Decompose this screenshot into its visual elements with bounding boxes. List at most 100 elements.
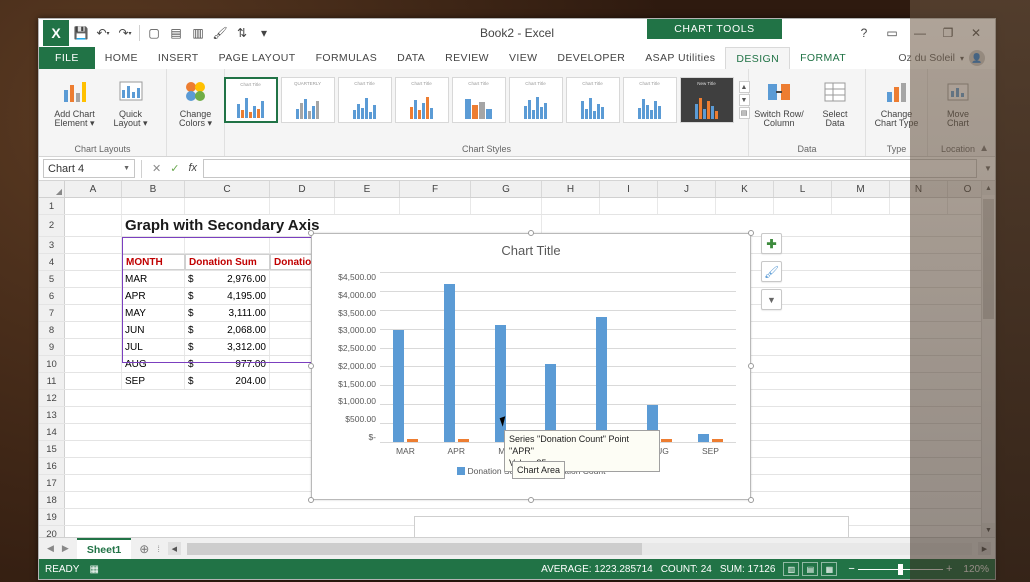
- tab-data[interactable]: DATA: [387, 47, 435, 69]
- insert-function-icon[interactable]: fx: [188, 162, 197, 175]
- column-header-A[interactable]: A: [65, 181, 122, 197]
- chart-style-item[interactable]: QUARTERLY: [281, 77, 335, 123]
- account-caret-icon[interactable]: ▾: [960, 54, 964, 63]
- row-header-1[interactable]: 1: [39, 198, 65, 214]
- column-header-I[interactable]: I: [600, 181, 658, 197]
- bar-group-apr[interactable]: [434, 272, 478, 442]
- chart-style-item[interactable]: New Title: [680, 77, 734, 123]
- chart-style-item[interactable]: Chart Title: [224, 77, 278, 123]
- tab-insert[interactable]: INSERT: [148, 47, 209, 69]
- chart-style-item[interactable]: Chart Title: [395, 77, 449, 123]
- brush-icon[interactable]: 🖌: [210, 23, 230, 43]
- gallery-up-icon[interactable]: ▲: [739, 81, 750, 93]
- column-header-F[interactable]: F: [400, 181, 471, 197]
- column-header-O[interactable]: O: [948, 181, 988, 197]
- expand-formula-bar-icon[interactable]: ▼: [981, 164, 995, 173]
- scroll-split-handle[interactable]: ⁞: [157, 544, 166, 554]
- horizontal-scrollbar[interactable]: ⁞ ◀ ▶: [157, 542, 995, 555]
- chart-style-item[interactable]: Chart Title: [566, 77, 620, 123]
- zoom-out-icon[interactable]: −: [845, 563, 857, 575]
- confirm-entry-icon[interactable]: ✓: [170, 162, 179, 175]
- zoom-track-right[interactable]: [903, 569, 943, 570]
- cell-month[interactable]: JUL: [122, 339, 185, 355]
- bar-donation-sum[interactable]: [698, 434, 709, 442]
- bar-group-aug[interactable]: [638, 272, 682, 442]
- scroll-down-icon[interactable]: ▼: [982, 523, 995, 537]
- chart-resize-handle[interactable]: [748, 230, 754, 236]
- window-controls[interactable]: ? ▭ — ❐ ✕: [851, 19, 995, 47]
- row-header-17[interactable]: 17: [39, 475, 65, 491]
- cell-month[interactable]: JUN: [122, 322, 185, 338]
- horizontal-scroll-track[interactable]: [187, 543, 972, 555]
- row-header-13[interactable]: 13: [39, 407, 65, 423]
- row-header-11[interactable]: 11: [39, 373, 65, 389]
- row-header-6[interactable]: 6: [39, 288, 65, 304]
- sheet-tab-bar[interactable]: ◀ ▶ Sheet1 ⊕ ⁞ ◀ ▶: [39, 537, 995, 559]
- add-chart-element-button[interactable]: Add Chart Element ▾: [48, 74, 102, 129]
- open-icon[interactable]: ▤: [166, 23, 186, 43]
- zoom-in-icon[interactable]: +: [943, 563, 955, 575]
- chart-resize-handle[interactable]: [748, 497, 754, 503]
- row-header-7[interactable]: 7: [39, 305, 65, 321]
- chart-title[interactable]: Chart Title: [312, 243, 750, 258]
- zoom-level[interactable]: 120%: [963, 564, 989, 575]
- gallery-more-icon[interactable]: ▤: [739, 107, 750, 119]
- scroll-up-icon[interactable]: ▲: [982, 181, 995, 195]
- scroll-left-icon[interactable]: ◀: [168, 542, 181, 555]
- chart-side-buttons[interactable]: ✚ 🖌 ▼: [761, 233, 782, 310]
- view-buttons[interactable]: ▥ ▤ ▦: [783, 562, 837, 576]
- column-header-N[interactable]: N: [890, 181, 948, 197]
- row-header-2[interactable]: 2: [39, 215, 65, 236]
- collapse-ribbon-icon[interactable]: ▲: [979, 143, 989, 154]
- bar-donation-sum[interactable]: [393, 330, 404, 442]
- header-month[interactable]: MONTH: [122, 254, 185, 270]
- grid-row[interactable]: 1: [39, 198, 995, 215]
- cell-month[interactable]: APR: [122, 288, 185, 304]
- formula-input[interactable]: [203, 159, 977, 178]
- sheet-nav-arrows[interactable]: ◀ ▶: [39, 543, 77, 554]
- chart-styles-gallery[interactable]: Chart Title QUARTERLY Chart Title Chart …: [220, 71, 754, 123]
- tab-design[interactable]: DESIGN: [725, 47, 790, 69]
- row-header-14[interactable]: 14: [39, 424, 65, 440]
- help-icon[interactable]: ?: [851, 22, 877, 44]
- cancel-entry-icon[interactable]: ✕: [152, 162, 161, 175]
- row-header-15[interactable]: 15: [39, 441, 65, 457]
- save-icon[interactable]: 💾: [71, 23, 91, 43]
- select-all-corner[interactable]: ◢: [39, 181, 65, 197]
- bar-donation-count[interactable]: [712, 439, 723, 442]
- macro-record-icon[interactable]: ▦: [89, 564, 98, 575]
- minimize-icon[interactable]: —: [907, 22, 933, 44]
- column-header-H[interactable]: H: [542, 181, 600, 197]
- ribbon-tabs[interactable]: FILE HOME INSERT PAGE LAYOUT FORMULAS DA…: [39, 47, 995, 69]
- move-chart-button[interactable]: Move Chart: [931, 74, 985, 129]
- bar-group-jul[interactable]: [587, 272, 631, 442]
- chart-plot-area[interactable]: [380, 272, 736, 442]
- column-header-B[interactable]: B: [122, 181, 185, 197]
- tab-review[interactable]: REVIEW: [435, 47, 499, 69]
- chart-filters-funnel-icon[interactable]: ▼: [761, 289, 782, 310]
- chart-styles-brush-icon[interactable]: 🖌: [761, 261, 782, 282]
- tab-formulas[interactable]: FORMULAS: [306, 47, 388, 69]
- sort-icon[interactable]: ⇅: [232, 23, 252, 43]
- tab-asap-utilities[interactable]: ASAP Utilities: [635, 47, 725, 69]
- chart-resize-handle[interactable]: [528, 230, 534, 236]
- column-header-J[interactable]: J: [658, 181, 716, 197]
- row-header-20[interactable]: 20: [39, 526, 65, 537]
- bar-donation-sum[interactable]: [596, 317, 607, 442]
- row-header-19[interactable]: 19: [39, 509, 65, 525]
- row-header-8[interactable]: 8: [39, 322, 65, 338]
- column-header-E[interactable]: E: [335, 181, 400, 197]
- redo-icon[interactable]: ↷▾: [115, 23, 135, 43]
- sheet-next-icon[interactable]: ▶: [62, 543, 69, 554]
- tab-format[interactable]: FORMAT: [790, 47, 856, 69]
- page-layout-view-icon[interactable]: ▤: [802, 562, 818, 576]
- name-box[interactable]: Chart 4 ▼: [43, 159, 135, 178]
- row-header-5[interactable]: 5: [39, 271, 65, 287]
- page-break-view-icon[interactable]: ▦: [821, 562, 837, 576]
- vertical-scroll-thumb[interactable]: [983, 199, 994, 319]
- chart-resize-handle[interactable]: [748, 363, 754, 369]
- select-data-button[interactable]: Select Data: [808, 74, 862, 129]
- cell-month[interactable]: MAY: [122, 305, 185, 321]
- change-colors-button[interactable]: Change Colors ▾: [169, 74, 223, 129]
- sheet-prev-icon[interactable]: ◀: [47, 543, 54, 554]
